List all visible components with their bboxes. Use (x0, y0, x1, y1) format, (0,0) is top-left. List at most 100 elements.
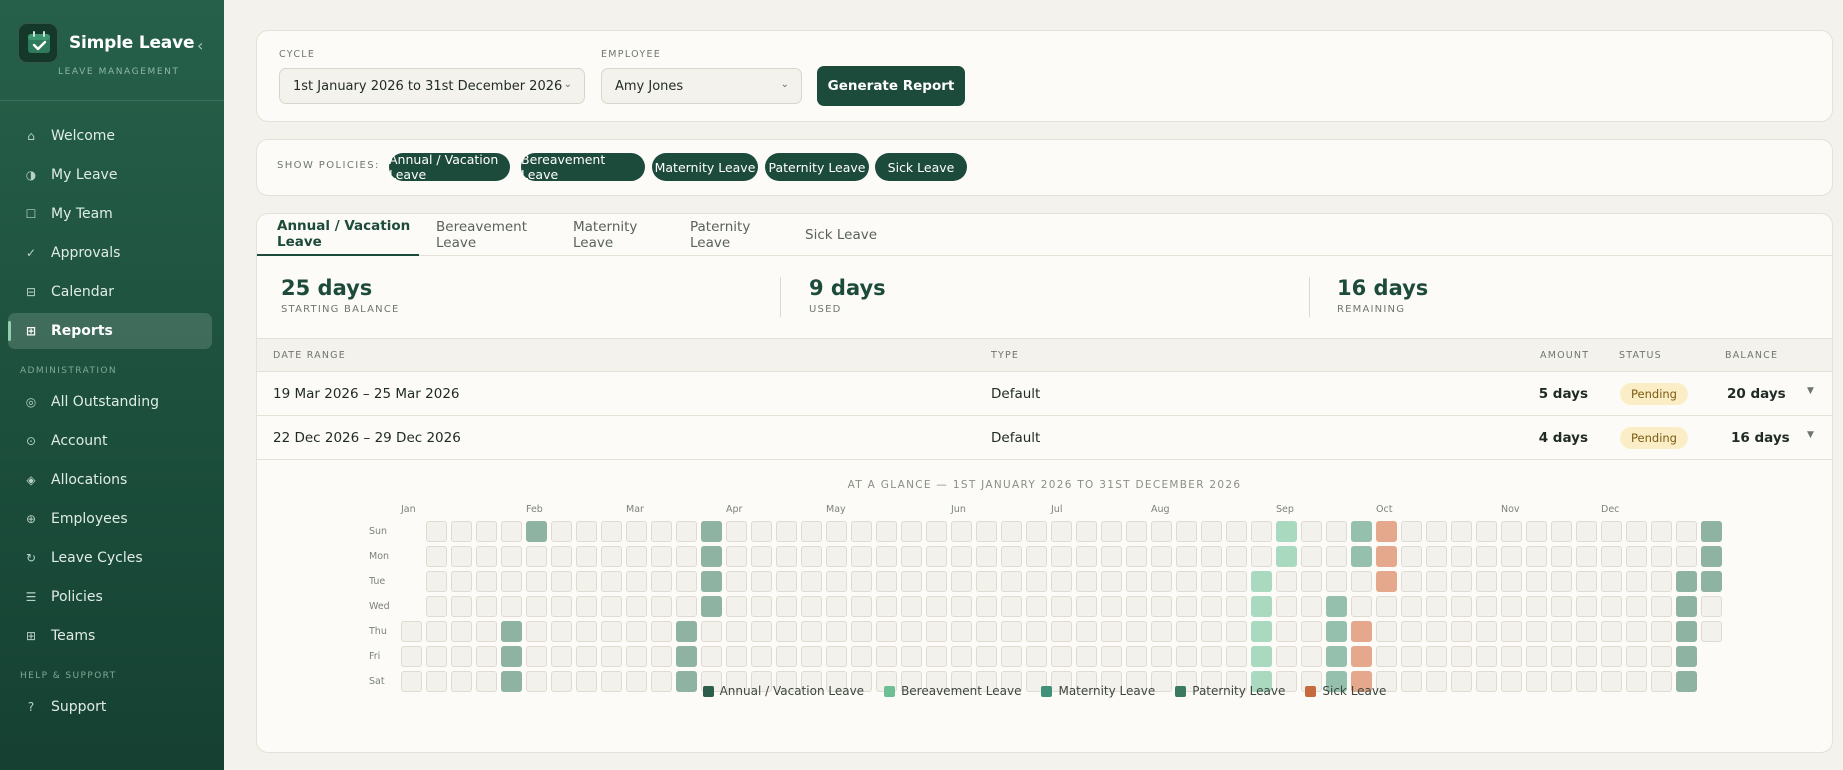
cell-date-range: 22 Dec 2026 – 29 Dec 2026 (273, 430, 461, 446)
heatmap-cell (801, 596, 822, 617)
heatmap-cell-annual (526, 521, 547, 542)
heatmap-cell (901, 571, 922, 592)
sidebar-item-calendar[interactable]: ⊟ Calendar (8, 274, 212, 310)
heatmap-cell (1051, 621, 1072, 642)
home-icon: ⌂ (27, 129, 35, 143)
heatmap-cell (776, 646, 797, 667)
month-label: Jul (1051, 504, 1063, 515)
generate-report-button[interactable]: Generate Report (817, 66, 965, 106)
tab-maternity-leave[interactable]: Maternity Leave (573, 214, 673, 256)
day-label: Fri (369, 651, 381, 662)
chevron-down-icon: ⌄ (780, 79, 789, 90)
policy-filter-pill[interactable]: Sick Leave (875, 153, 967, 181)
heatmap-cell-annual (501, 646, 522, 667)
policy-filter-pill[interactable]: Paternity Leave (765, 153, 869, 181)
grid-icon: ⊞ (25, 324, 37, 338)
half-circle-icon: ◑ (25, 168, 37, 182)
heatmap-cell (976, 596, 997, 617)
legend-label: Maternity Leave (1058, 684, 1156, 698)
heatmap-cell (1601, 521, 1622, 542)
day-label: Thu (369, 626, 387, 637)
check-icon: ✓ (25, 246, 37, 260)
heatmap-cell (1201, 546, 1222, 567)
table-row[interactable]: 19 Mar 2026 – 25 Mar 2026 Default 5 days… (257, 372, 1832, 416)
legend-item: Bereavement Leave (884, 684, 1021, 698)
heatmap-cell (601, 546, 622, 567)
heatmap-cell-bereavement (1251, 571, 1272, 592)
policy-filter-pill[interactable]: Maternity Leave (652, 153, 758, 181)
heatmap-cell (476, 571, 497, 592)
legend-label: Bereavement Leave (901, 684, 1022, 698)
heatmap-cell (851, 596, 872, 617)
question-icon: ? (27, 700, 35, 714)
heatmap-cell (1651, 646, 1672, 667)
heatmap-cell (1026, 646, 1047, 667)
heatmap-cell-annual (1676, 621, 1697, 642)
collapse-sidebar-icon[interactable]: ‹ (197, 36, 203, 55)
heatmap-cell (1551, 571, 1572, 592)
day-label: Mon (369, 551, 390, 562)
heatmap-cell (601, 621, 622, 642)
heatmap-cell (876, 646, 897, 667)
heatmap-cell (1551, 521, 1572, 542)
expand-row-icon[interactable]: ▼ (1807, 430, 1814, 440)
heatmap-cell (1601, 646, 1622, 667)
heatmap-cell (1651, 521, 1672, 542)
tab-sick-leave[interactable]: Sick Leave (805, 214, 891, 256)
sidebar-item-all-outstanding[interactable]: ◎ All Outstanding (8, 384, 212, 420)
heatmap-cell (1276, 571, 1297, 592)
sidebar-item-my-leave[interactable]: ◑ My Leave (8, 157, 212, 193)
heatmap-cell (776, 521, 797, 542)
heatmap-cell (1151, 571, 1172, 592)
sidebar-item-teams[interactable]: ⊞ Teams (8, 618, 212, 654)
heatmap-cell (1651, 596, 1672, 617)
heatmap-cell (676, 546, 697, 567)
heatmap-cell (501, 546, 522, 567)
sidebar-item-employees[interactable]: ⊕ Employees (8, 501, 212, 537)
header-status: STATUS (1619, 350, 1662, 361)
heatmap-cell (826, 546, 847, 567)
heatmap-cell (426, 596, 447, 617)
show-policies-label: SHOW POLICIES: (277, 160, 380, 171)
heatmap-legend: Annual / Vacation Leave Bereavement Leave… (257, 684, 1832, 698)
employee-select[interactable]: Amy Jones ⌄ (601, 68, 802, 104)
sidebar-item-support[interactable]: ? Support (8, 689, 212, 725)
sidebar-item-welcome[interactable]: ⌂ Welcome (8, 118, 212, 154)
legend-item: Annual / Vacation Leave (702, 684, 864, 698)
policies-card: SHOW POLICIES: Annual / Vacation Leave Be… (256, 139, 1833, 196)
section-label-help: HELP & SUPPORT (20, 671, 117, 681)
heatmap-cell (701, 646, 722, 667)
heatmap-cell (1576, 571, 1597, 592)
brand-name: Simple Leave (69, 33, 195, 53)
day-label: Sun (369, 526, 388, 537)
brand[interactable]: Simple Leave (18, 23, 194, 63)
sidebar-item-allocations[interactable]: ◈ Allocations (8, 462, 212, 498)
tab-paternity-leave[interactable]: Paternity Leave (690, 214, 788, 256)
sidebar-item-label: Approvals (51, 245, 121, 261)
tab-bereavement-leave[interactable]: Bereavement Leave (436, 214, 559, 256)
sidebar-item-approvals[interactable]: ✓ Approvals (8, 235, 212, 271)
sidebar-item-reports[interactable]: ⊞ Reports (8, 313, 212, 349)
heatmap-cell (976, 521, 997, 542)
sidebar-item-policies[interactable]: ☰ Policies (8, 579, 212, 615)
heatmap-cell (1451, 646, 1472, 667)
table-row[interactable]: 22 Dec 2026 – 29 Dec 2026 Default 4 days… (257, 416, 1832, 460)
sidebar-item-my-team[interactable]: ☐ My Team (8, 196, 212, 232)
heatmap-cell (601, 571, 622, 592)
tab-annual-vacation-leave[interactable]: Annual / Vacation Leave (257, 214, 419, 256)
sidebar-item-account[interactable]: ⊙ Account (8, 423, 212, 459)
heatmap-cell-maternity (1326, 621, 1347, 642)
cycle-select[interactable]: 1st January 2026 to 31st December 2026 ⌄ (279, 68, 585, 104)
heatmap-cell (1651, 546, 1672, 567)
heatmap-cell (926, 571, 947, 592)
heatmap-cell (1526, 521, 1547, 542)
expand-row-icon[interactable]: ▼ (1807, 386, 1814, 396)
sidebar-divider (0, 100, 224, 101)
policy-filter-pill[interactable]: Bereavement Leave (521, 152, 645, 182)
sidebar-item-label: Allocations (51, 472, 128, 488)
heatmap-cell (1126, 596, 1147, 617)
heatmap-cell (876, 546, 897, 567)
policy-filter-pill[interactable]: Annual / Vacation Leave (389, 152, 510, 182)
sidebar-item-leave-cycles[interactable]: ↻ Leave Cycles (8, 540, 212, 576)
heatmap-cell (1326, 546, 1347, 567)
